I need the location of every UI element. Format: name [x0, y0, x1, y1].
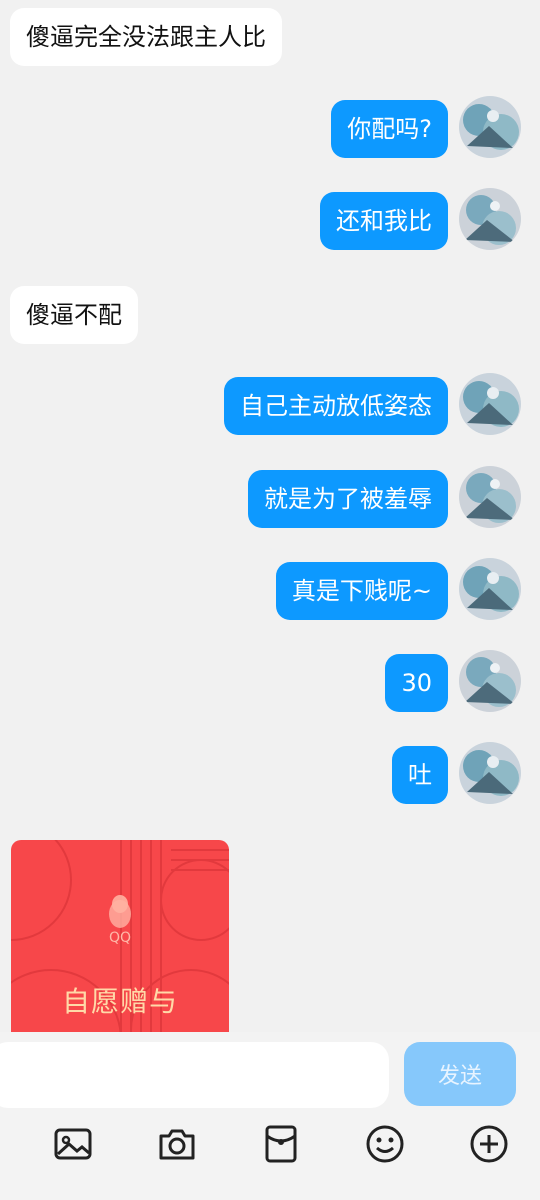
avatar[interactable] [459, 188, 521, 250]
image-icon[interactable] [51, 1122, 95, 1166]
camera-icon[interactable] [155, 1122, 199, 1166]
message-bubble[interactable]: 自己主动放低姿态 [224, 377, 448, 435]
red-packet-title: 自愿赠与 [61, 985, 178, 1018]
message-received: 傻逼不配 [10, 286, 138, 344]
message-bubble[interactable]: 30 [385, 654, 448, 712]
message-sent: 你配吗? [331, 100, 448, 158]
avatar[interactable] [459, 466, 521, 528]
message-sent: 还和我比 [320, 192, 448, 250]
message-bubble[interactable]: 你配吗? [331, 100, 448, 158]
message-sent: 吐 [392, 746, 448, 804]
chat-area[interactable]: 傻逼完全没法跟主人比 你配吗? 还和我比 傻逼不配 自己主动放低姿态 就是为了被… [0, 0, 540, 1040]
message-sent: 自己主动放低姿态 [224, 377, 448, 435]
message-received: 傻逼完全没法跟主人比 [10, 8, 282, 66]
message-bubble[interactable]: 傻逼完全没法跟主人比 [10, 8, 282, 66]
message-bubble[interactable]: 真是下贱呢~ [275, 562, 448, 620]
message-bubble[interactable]: 吐 [392, 746, 448, 804]
message-bubble[interactable]: 就是为了被羞辱 [248, 470, 448, 528]
avatar[interactable] [459, 96, 521, 158]
avatar[interactable] [459, 742, 521, 804]
red-packet-card[interactable]: QQ 自愿赠与 [11, 840, 229, 1040]
qq-penguin-icon [109, 895, 131, 928]
plus-icon[interactable] [467, 1122, 511, 1166]
send-button[interactable]: 发送 [404, 1042, 516, 1106]
emoji-icon[interactable] [363, 1122, 407, 1166]
red-packet-icon[interactable] [259, 1122, 303, 1166]
avatar[interactable] [459, 373, 521, 435]
red-packet-brand: QQ [108, 930, 132, 946]
avatar[interactable] [459, 558, 521, 620]
message-bubble[interactable]: 还和我比 [320, 192, 448, 250]
avatar[interactable] [459, 650, 521, 712]
message-sent: 30 [385, 654, 448, 712]
message-sent: 就是为了被羞辱 [248, 470, 448, 528]
message-sent: 真是下贱呢~ [275, 562, 448, 620]
message-bubble[interactable]: 傻逼不配 [10, 286, 138, 344]
message-input[interactable] [0, 1042, 389, 1108]
